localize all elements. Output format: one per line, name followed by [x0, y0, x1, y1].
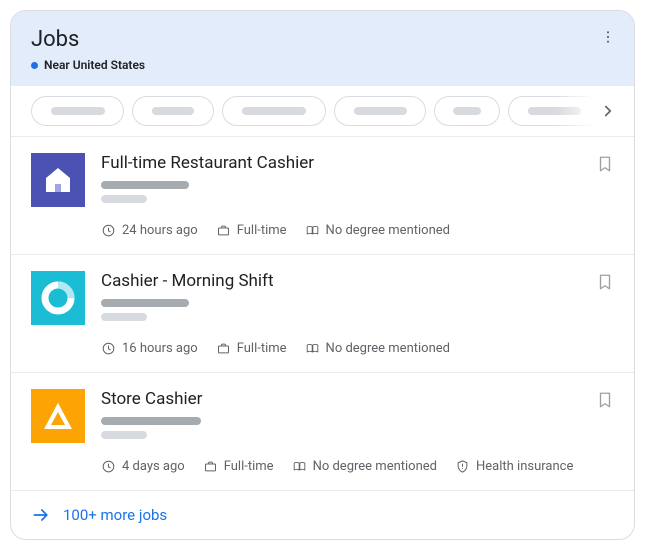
arrow-right-icon — [31, 505, 51, 525]
location-text: Near United States — [44, 58, 145, 72]
job-company-placeholder — [101, 417, 201, 425]
meta-text: No degree mentioned — [313, 459, 437, 474]
meta-text: Full-time — [237, 223, 287, 238]
briefcase-icon — [203, 459, 218, 474]
shield-icon — [455, 459, 470, 474]
job-meta-row: 16 hours ago Full-time No degree mentioned — [101, 341, 614, 356]
filter-pill[interactable] — [434, 96, 500, 126]
bookmark-icon — [596, 153, 614, 175]
book-icon — [292, 459, 307, 474]
filter-pill[interactable] — [31, 96, 124, 126]
location-dot-icon — [31, 62, 38, 69]
meta-item-clock: 16 hours ago — [101, 341, 198, 356]
filter-pill[interactable] — [132, 96, 214, 126]
filter-pill-placeholder — [152, 107, 194, 115]
meta-text: No degree mentioned — [326, 223, 450, 238]
jobs-list: Full-time Restaurant Cashier 24 hours ago… — [11, 137, 634, 491]
meta-text: 24 hours ago — [122, 223, 198, 238]
location-row[interactable]: Near United States — [31, 58, 614, 72]
meta-item-briefcase: Full-time — [216, 223, 287, 238]
meta-item-shield: Health insurance — [455, 459, 573, 474]
meta-text: Full-time — [224, 459, 274, 474]
filter-pill-placeholder — [51, 107, 105, 115]
meta-text: Full-time — [237, 341, 287, 356]
job-item[interactable]: Cashier - Morning Shift 16 hours ago Full-… — [11, 255, 634, 373]
meta-item-book: No degree mentioned — [292, 459, 437, 474]
job-title: Full-time Restaurant Cashier — [101, 153, 614, 173]
meta-item-clock: 24 hours ago — [101, 223, 198, 238]
book-icon — [305, 223, 320, 238]
bookmark-icon — [596, 271, 614, 293]
clock-icon — [101, 341, 116, 356]
job-content: Cashier - Morning Shift 16 hours ago Full-… — [101, 271, 614, 356]
filter-pill[interactable] — [334, 96, 426, 126]
page-title: Jobs — [31, 27, 614, 52]
job-title: Store Cashier — [101, 389, 614, 409]
meta-text: No degree mentioned — [326, 341, 450, 356]
bookmark-button[interactable] — [596, 271, 614, 297]
job-location-placeholder — [101, 431, 147, 439]
meta-text: 16 hours ago — [122, 341, 198, 356]
filter-pill-placeholder — [528, 107, 581, 115]
book-icon — [305, 341, 320, 356]
meta-item-book: No degree mentioned — [305, 223, 450, 238]
jobs-header: Jobs Near United States — [11, 11, 634, 86]
more-options-button[interactable] — [598, 27, 618, 47]
more-jobs-text: 100+ more jobs — [63, 506, 167, 524]
job-company-placeholder — [101, 299, 189, 307]
jobs-card: Jobs Near United States Full-time Restau… — [10, 10, 635, 540]
job-logo — [31, 389, 85, 443]
bookmark-button[interactable] — [596, 389, 614, 415]
more-vertical-icon — [600, 29, 616, 45]
filter-row — [11, 86, 634, 137]
filter-pill[interactable] — [222, 96, 326, 126]
job-meta-row: 24 hours ago Full-time No degree mentioned — [101, 223, 614, 238]
meta-item-clock: 4 days ago — [101, 459, 185, 474]
filter-scroll-right-button[interactable] — [596, 99, 620, 123]
filter-pill-placeholder — [453, 107, 481, 115]
meta-item-briefcase: Full-time — [203, 459, 274, 474]
meta-item-briefcase: Full-time — [216, 341, 287, 356]
filter-pill[interactable] — [508, 96, 600, 126]
clock-icon — [101, 459, 116, 474]
bookmark-button[interactable] — [596, 153, 614, 179]
job-item[interactable]: Store Cashier 4 days ago Full-time No degre… — [11, 373, 634, 491]
job-content: Store Cashier 4 days ago Full-time No degre… — [101, 389, 614, 474]
job-meta-row: 4 days ago Full-time No degree mentioned He… — [101, 459, 614, 474]
meta-item-book: No degree mentioned — [305, 341, 450, 356]
briefcase-icon — [216, 223, 231, 238]
more-jobs-link[interactable]: 100+ more jobs — [11, 491, 634, 539]
job-location-placeholder — [101, 313, 147, 321]
job-title: Cashier - Morning Shift — [101, 271, 614, 291]
bookmark-icon — [596, 389, 614, 411]
chevron-right-icon — [599, 102, 617, 120]
clock-icon — [101, 223, 116, 238]
job-content: Full-time Restaurant Cashier 24 hours ago… — [101, 153, 614, 238]
filter-pill-placeholder — [242, 107, 306, 115]
briefcase-icon — [216, 341, 231, 356]
filter-pill-placeholder — [354, 107, 407, 115]
job-item[interactable]: Full-time Restaurant Cashier 24 hours ago… — [11, 137, 634, 255]
job-company-placeholder — [101, 181, 189, 189]
meta-text: Health insurance — [476, 459, 573, 474]
meta-text: 4 days ago — [122, 459, 185, 474]
job-location-placeholder — [101, 195, 147, 203]
job-logo — [31, 153, 85, 207]
job-logo — [31, 271, 85, 325]
